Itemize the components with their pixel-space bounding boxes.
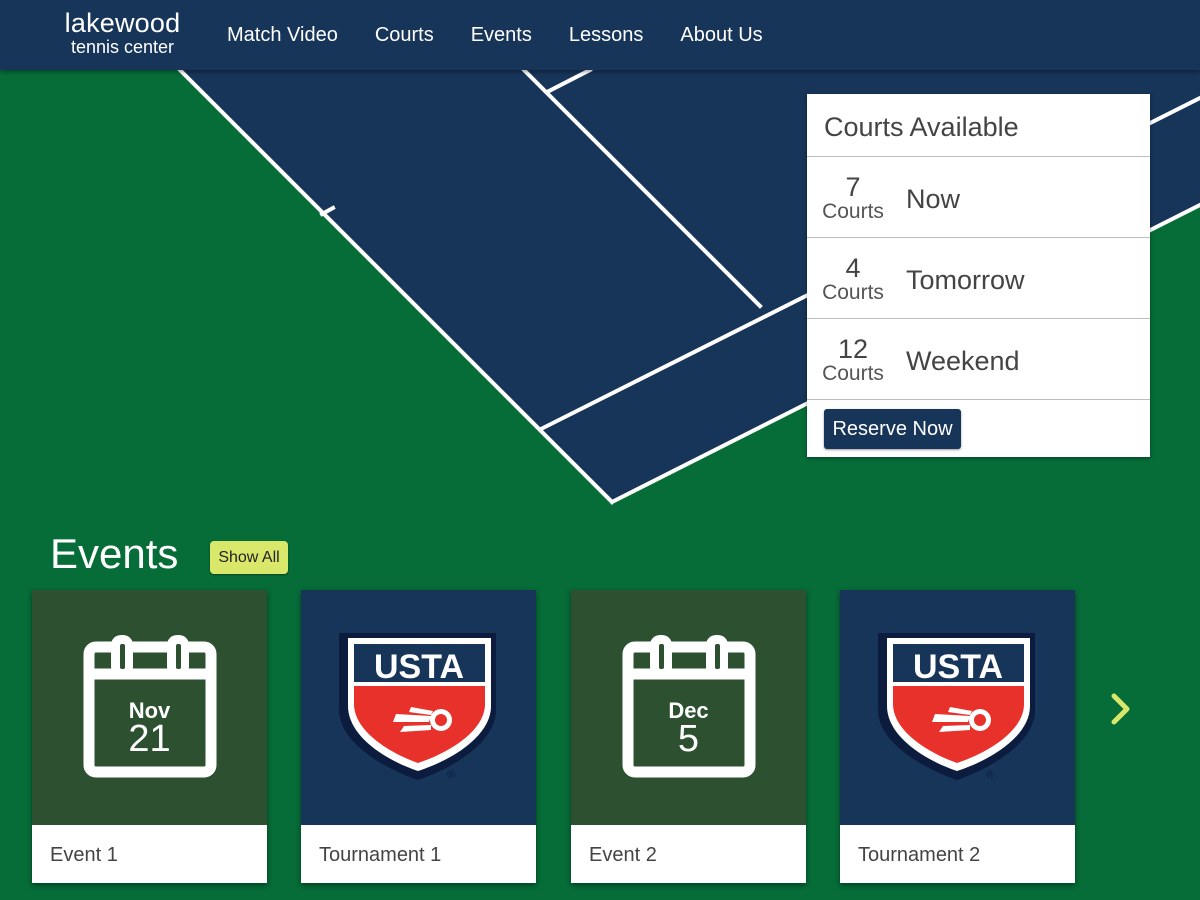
court-count-unit: Courts: [822, 362, 884, 385]
logo-main-text: lakewood: [64, 8, 181, 38]
usta-logo-text: USTA: [913, 648, 1003, 686]
court-count-number: 7: [845, 172, 861, 202]
event-card-image: Dec 5: [571, 590, 806, 825]
event-card-label: Event 2: [589, 844, 657, 866]
availability-row-now: 7 Courts Now: [807, 157, 1150, 238]
availability-row-tomorrow: 4 Courts Tomorrow: [807, 238, 1150, 319]
nav-link-about-us[interactable]: About Us: [680, 24, 762, 47]
chevron-right-icon[interactable]: [1106, 690, 1136, 730]
svg-text:®: ®: [447, 769, 455, 781]
nav-link-match-video[interactable]: Match Video: [227, 24, 338, 47]
calendar-day: 21: [128, 718, 171, 760]
panel-title: Courts Available: [807, 94, 1150, 157]
court-count-unit: Courts: [822, 200, 884, 223]
usta-logo-text: USTA: [374, 648, 464, 686]
show-all-button[interactable]: Show All: [210, 541, 288, 574]
event-card-image: Nov 21: [32, 590, 267, 825]
court-count: 12 Courts: [807, 334, 899, 385]
nav-link-events[interactable]: Events: [471, 24, 532, 47]
logo-sub-text: tennis center: [70, 37, 175, 57]
courts-available-panel: Courts Available 7 Courts Now 4 Courts T…: [807, 94, 1150, 457]
calendar-day: 5: [677, 718, 700, 760]
nav-link-lessons[interactable]: Lessons: [569, 24, 644, 47]
usta-shield-icon: USTA ®: [339, 633, 496, 781]
nav-link-courts[interactable]: Courts: [375, 24, 434, 47]
availability-when: Weekend: [906, 346, 1020, 376]
event-card-image: USTA ®: [840, 590, 1075, 825]
events-heading: Events: [50, 530, 179, 577]
event-card-label: Tournament 2: [858, 844, 981, 866]
site-logo[interactable]: lakewood tennis center: [50, 8, 195, 57]
court-count-number: 4: [845, 253, 861, 283]
court-count-number: 12: [837, 334, 869, 364]
event-card-label: Tournament 1: [319, 844, 442, 866]
availability-row-weekend: 12 Courts Weekend: [807, 319, 1150, 400]
event-card-label: Event 1: [50, 844, 118, 866]
availability-when: Now: [906, 184, 961, 214]
usta-shield-icon: USTA ®: [878, 633, 1035, 781]
svg-text:®: ®: [986, 769, 994, 781]
event-card[interactable]: Nov 21 Event 1: [32, 590, 267, 883]
event-card-image: USTA ®: [301, 590, 536, 825]
availability-when: Tomorrow: [906, 265, 1025, 295]
top-nav: lakewood tennis center Match Video Court…: [0, 0, 1200, 70]
tournament-card[interactable]: USTA ® Tournament 2: [840, 590, 1075, 883]
court-count-unit: Courts: [822, 281, 884, 304]
court-count: 4 Courts: [807, 253, 899, 304]
court-count: 7 Courts: [807, 172, 899, 223]
event-card[interactable]: Dec 5 Event 2: [571, 590, 806, 883]
nav-links: Match Video Courts Events Lessons About …: [227, 0, 800, 70]
tournament-card[interactable]: USTA ® Tournament 1: [301, 590, 536, 883]
reserve-now-button[interactable]: Reserve Now: [824, 409, 961, 449]
